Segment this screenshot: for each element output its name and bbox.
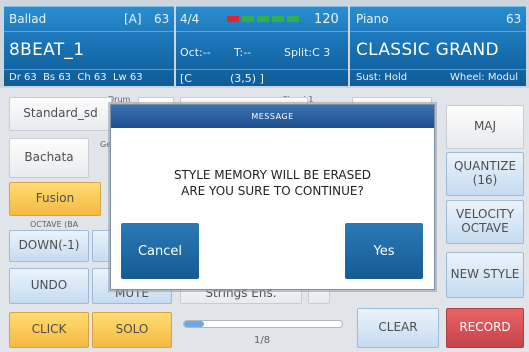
voice-category: Piano <box>356 12 389 26</box>
sustain-status: Sust: Hold <box>356 72 408 83</box>
dialog-message-line-2: ARE YOU SURE TO CONTINUE? <box>181 184 364 198</box>
measure-beat-5 <box>287 16 299 22</box>
yes-button[interactable]: Yes <box>345 223 423 279</box>
measure-beat-4 <box>272 16 284 22</box>
voice-number: 63 <box>506 12 522 26</box>
style-panel[interactable]: Ballad [A] 63 8BEAT_1 Dr 63 Bs 63 Ch 63 … <box>4 6 174 86</box>
dialog-message: STYLE MEMORY WILL BE ERASED ARE YOU SURE… <box>111 167 434 199</box>
chord-status: [C <box>180 72 192 85</box>
chord-position: (3,5) ] <box>230 72 264 85</box>
measure-indicator <box>227 16 299 22</box>
octave-status: Oct:-- <box>180 46 211 59</box>
cancel-button[interactable]: Cancel <box>121 223 199 279</box>
measure-beat-3 <box>257 16 269 22</box>
style-category: Ballad <box>9 12 47 26</box>
style-number: 63 <box>154 12 170 26</box>
style-name: 8BEAT_1 <box>9 40 85 60</box>
time-signature: 4/4 <box>180 12 200 26</box>
measure-beat-1 <box>227 16 239 22</box>
song-status-panel: 4/4 120 Oct:-- T:-- Split:C 3 [C (3,5) ] <box>176 6 348 86</box>
style-volumes: Dr 63 Bs 63 Ch 63 Lw 63 <box>9 72 143 83</box>
transpose-status: T:-- <box>234 46 252 59</box>
split-status: Split:C 3 <box>284 46 331 59</box>
style-bank: [A] <box>124 12 142 26</box>
voice-name: CLASSIC GRAND <box>356 40 499 60</box>
message-dialog: MESSAGE STYLE MEMORY WILL BE ERASED ARE … <box>110 104 435 290</box>
dialog-message-line-1: STYLE MEMORY WILL BE ERASED <box>173 168 372 182</box>
tempo-value: 120 <box>314 12 339 27</box>
voice-panel[interactable]: Piano 63 CLASSIC GRAND Sust: Hold Wheel:… <box>350 6 526 86</box>
measure-beat-2 <box>242 16 254 22</box>
wheel-status: Wheel: Modul <box>450 72 519 83</box>
dialog-header: MESSAGE <box>111 105 434 128</box>
